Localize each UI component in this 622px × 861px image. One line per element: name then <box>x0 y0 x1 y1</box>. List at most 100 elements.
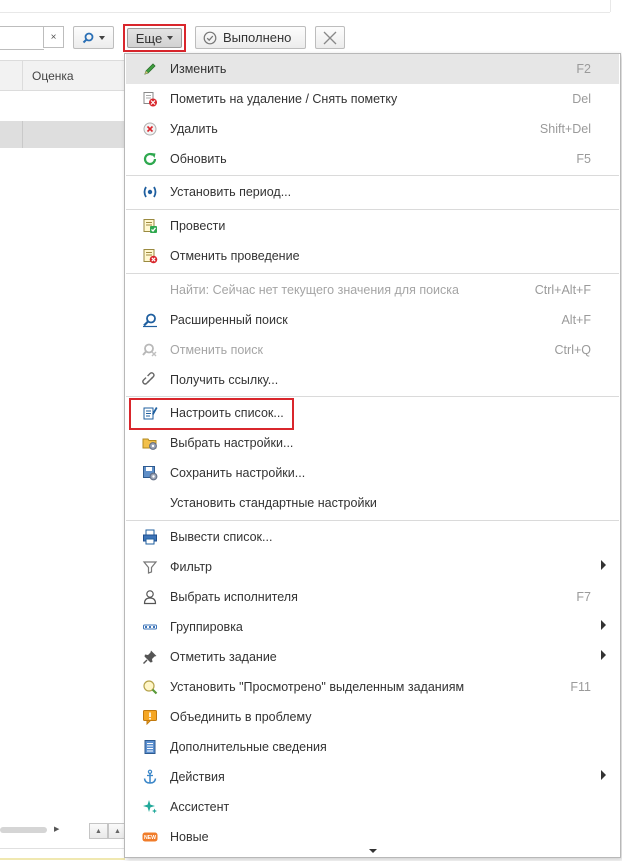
menu-item-shortcut: Del <box>572 92 591 106</box>
top-divider <box>0 12 610 13</box>
arrow-up-icon: ▲ <box>114 827 121 835</box>
clear-search-button[interactable]: × <box>43 26 64 48</box>
close-button[interactable] <box>315 26 345 49</box>
menu-item-choose-assignee[interactable]: Выбрать исполнителя F7 <box>126 582 619 612</box>
menu-item-label: Получить ссылку... <box>170 373 279 387</box>
menu-item-label: Провести <box>170 219 226 233</box>
menu-item-grouping[interactable]: Группировка <box>126 612 619 642</box>
svg-text:NEW: NEW <box>144 835 156 841</box>
submenu-arrow-icon <box>601 560 606 570</box>
horizontal-scrollbar[interactable] <box>0 827 47 833</box>
menu-item-find[interactable]: Найти: Сейчас нет текущего значения для … <box>126 275 619 305</box>
menu-item-label: Установить "Просмотрено" выделенным зада… <box>170 680 465 694</box>
menu-scroll-down-icon[interactable] <box>369 849 377 853</box>
menu-separator <box>126 209 619 210</box>
chevron-down-icon <box>167 36 174 40</box>
menu-item-save-settings[interactable]: Сохранить настройки... <box>126 458 619 488</box>
pin-icon <box>142 649 158 665</box>
menu-item-additional-info[interactable]: Дополнительные сведения <box>126 732 619 762</box>
menu-item-mark-delete[interactable]: Пометить на удаление / Снять пометку Del <box>126 84 619 114</box>
done-button[interactable]: Выполнено <box>195 26 306 49</box>
scroll-to-top-button[interactable]: ▲ <box>89 823 108 839</box>
menu-item-shortcut: F11 <box>570 680 591 694</box>
menu-separator <box>126 520 619 521</box>
menu-item-get-link[interactable]: Получить ссылку... <box>126 365 619 395</box>
cancel-search-icon <box>142 342 158 358</box>
assistant-icon <box>142 799 158 815</box>
menu-item-set-viewed[interactable]: Установить "Просмотрено" выделенным зада… <box>126 672 619 702</box>
menu-separator <box>126 175 619 176</box>
menu-item-standard-settings[interactable]: Установить стандартные настройки <box>126 488 619 518</box>
menu-item-label: Пометить на удаление / Снять пометку <box>170 92 398 106</box>
menu-item-refresh[interactable]: Обновить F5 <box>126 144 619 174</box>
column-separator <box>22 61 23 90</box>
menu-item-set-period[interactable]: Установить период... <box>126 177 619 207</box>
delete-icon <box>142 121 158 137</box>
menu-item-unpost[interactable]: Отменить проведение <box>126 241 619 271</box>
menu-item-shortcut: F2 <box>576 62 591 76</box>
menu-item-mark-task[interactable]: Отметить задание <box>126 642 619 672</box>
arrow-top-icon: ▲ <box>95 827 102 835</box>
menu-item-label: Объединить в проблему <box>170 710 312 724</box>
clear-icon: × <box>50 31 57 43</box>
menu-item-label: Ассистент <box>170 800 230 814</box>
right-divider <box>610 0 611 12</box>
menu-item-label: Расширенный поиск <box>170 313 288 327</box>
menu-item-label: Группировка <box>170 620 243 634</box>
menu-item-label: Удалить <box>170 122 218 136</box>
menu-item-post[interactable]: Провести <box>126 211 619 241</box>
more-button[interactable]: Еще <box>123 24 186 52</box>
link-icon <box>142 372 158 388</box>
menu-item-label: Выбрать настройки... <box>170 436 294 450</box>
menu-item-shortcut: Alt+F <box>561 313 591 327</box>
menu-item-shortcut: Ctrl+Alt+F <box>534 283 591 297</box>
menu-item-label: Вывести список... <box>170 530 273 544</box>
menu-item-advanced-search[interactable]: Расширенный поиск Alt+F <box>126 305 619 335</box>
more-menu: Изменить F2 Пометить на удаление / Снять… <box>124 53 621 858</box>
period-icon <box>142 184 158 200</box>
more-button-label: Еще <box>135 30 163 46</box>
filter-icon <box>142 559 158 575</box>
menu-item-print-list[interactable]: Вывести список... <box>126 522 619 552</box>
menu-item-shortcut: Shift+Del <box>539 122 591 136</box>
column-header-rating[interactable]: Оценка <box>32 69 74 83</box>
menu-item-shortcut: F7 <box>576 590 591 604</box>
menu-item-filter[interactable]: Фильтр <box>126 552 619 582</box>
bottom-divider <box>0 848 125 849</box>
table-row[interactable] <box>0 121 125 148</box>
search-button[interactable] <box>73 26 114 49</box>
menu-item-edit[interactable]: Изменить F2 <box>126 54 619 84</box>
pencil-icon <box>142 61 158 77</box>
scroll-right-icon[interactable]: ▶ <box>54 825 59 833</box>
menu-item-choose-settings[interactable]: Выбрать настройки... <box>126 428 619 458</box>
status-strip <box>0 858 125 860</box>
more-button-face[interactable]: Еще <box>127 28 182 48</box>
merge-problem-icon <box>142 709 158 725</box>
search-icon <box>142 312 158 328</box>
menu-item-label: Отменить поиск <box>170 343 264 357</box>
menu-item-actions[interactable]: Действия <box>126 762 619 792</box>
submenu-arrow-icon <box>601 620 606 630</box>
menu-item-delete[interactable]: Удалить Shift+Del <box>126 114 619 144</box>
choose-settings-icon <box>142 435 158 451</box>
close-icon <box>323 31 337 44</box>
search-input[interactable] <box>0 26 44 50</box>
menu-item-label: Выбрать исполнителя <box>170 590 298 604</box>
grouping-icon <box>142 619 158 635</box>
menu-item-shortcut: F5 <box>576 152 591 166</box>
menu-item-label: Новые <box>170 830 209 844</box>
menu-item-label: Действия <box>170 770 225 784</box>
print-list-icon <box>142 529 158 545</box>
save-settings-icon <box>142 465 158 481</box>
menu-item-cancel-search[interactable]: Отменить поиск Ctrl+Q <box>126 335 619 365</box>
menu-item-label: Найти: Сейчас нет текущего значения для … <box>170 283 459 297</box>
menu-item-new[interactable]: NEW Новые <box>126 822 619 852</box>
post-icon <box>142 218 158 234</box>
actions-icon <box>142 769 158 785</box>
unpost-icon <box>142 248 158 264</box>
menu-item-merge-problem[interactable]: Объединить в проблему <box>126 702 619 732</box>
done-button-label: Выполнено <box>223 30 292 45</box>
refresh-icon <box>142 151 158 167</box>
search-icon <box>82 32 94 43</box>
menu-item-assistant[interactable]: Ассистент <box>126 792 619 822</box>
